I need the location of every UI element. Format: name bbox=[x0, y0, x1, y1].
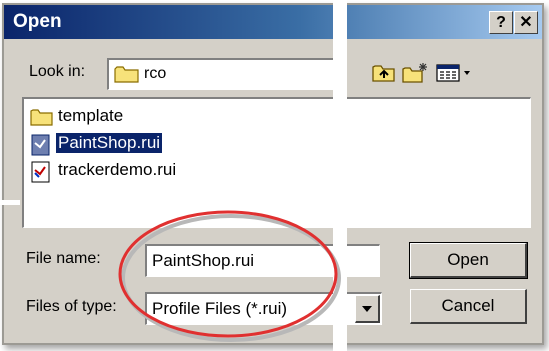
filetype-value: Profile Files (*.rui) bbox=[152, 299, 288, 318]
folder-icon bbox=[114, 65, 140, 88]
rui-file-icon bbox=[30, 134, 52, 161]
folder-icon bbox=[30, 107, 54, 132]
cancel-button[interactable]: Cancel bbox=[410, 289, 527, 324]
new-folder-icon[interactable] bbox=[401, 61, 429, 85]
filename-label: File name: bbox=[26, 250, 101, 267]
file-name: template bbox=[58, 106, 124, 125]
image-divider bbox=[333, 0, 347, 351]
filetype-label: Files of type: bbox=[26, 298, 117, 315]
view-menu-icon[interactable] bbox=[435, 61, 475, 85]
dialog-title: Open bbox=[13, 11, 62, 32]
image-divider bbox=[0, 200, 20, 205]
filetype-dropdown-button[interactable] bbox=[355, 295, 380, 323]
lookin-label: Look in: bbox=[29, 63, 86, 80]
help-button[interactable]: ? bbox=[489, 11, 513, 34]
close-button[interactable]: ✕ bbox=[514, 11, 538, 34]
title-bar[interactable]: Open ? ✕ bbox=[4, 5, 542, 39]
open-button[interactable]: Open bbox=[409, 242, 528, 279]
file-name: trackerdemo.rui bbox=[58, 160, 177, 179]
open-dialog: Open ? ✕ Look in: rco template PaintShop… bbox=[2, 3, 544, 345]
filename-value: PaintShop.rui bbox=[152, 251, 255, 270]
file-list[interactable]: template PaintShop.rui trackerdemo.rui bbox=[22, 97, 531, 228]
up-folder-icon[interactable] bbox=[370, 61, 398, 85]
chevron-down-icon bbox=[362, 306, 372, 312]
lookin-combo[interactable]: rco bbox=[107, 58, 346, 90]
lookin-value: rco bbox=[144, 65, 167, 82]
file-name: PaintShop.rui bbox=[56, 133, 163, 153]
rui-file-icon bbox=[30, 161, 52, 188]
